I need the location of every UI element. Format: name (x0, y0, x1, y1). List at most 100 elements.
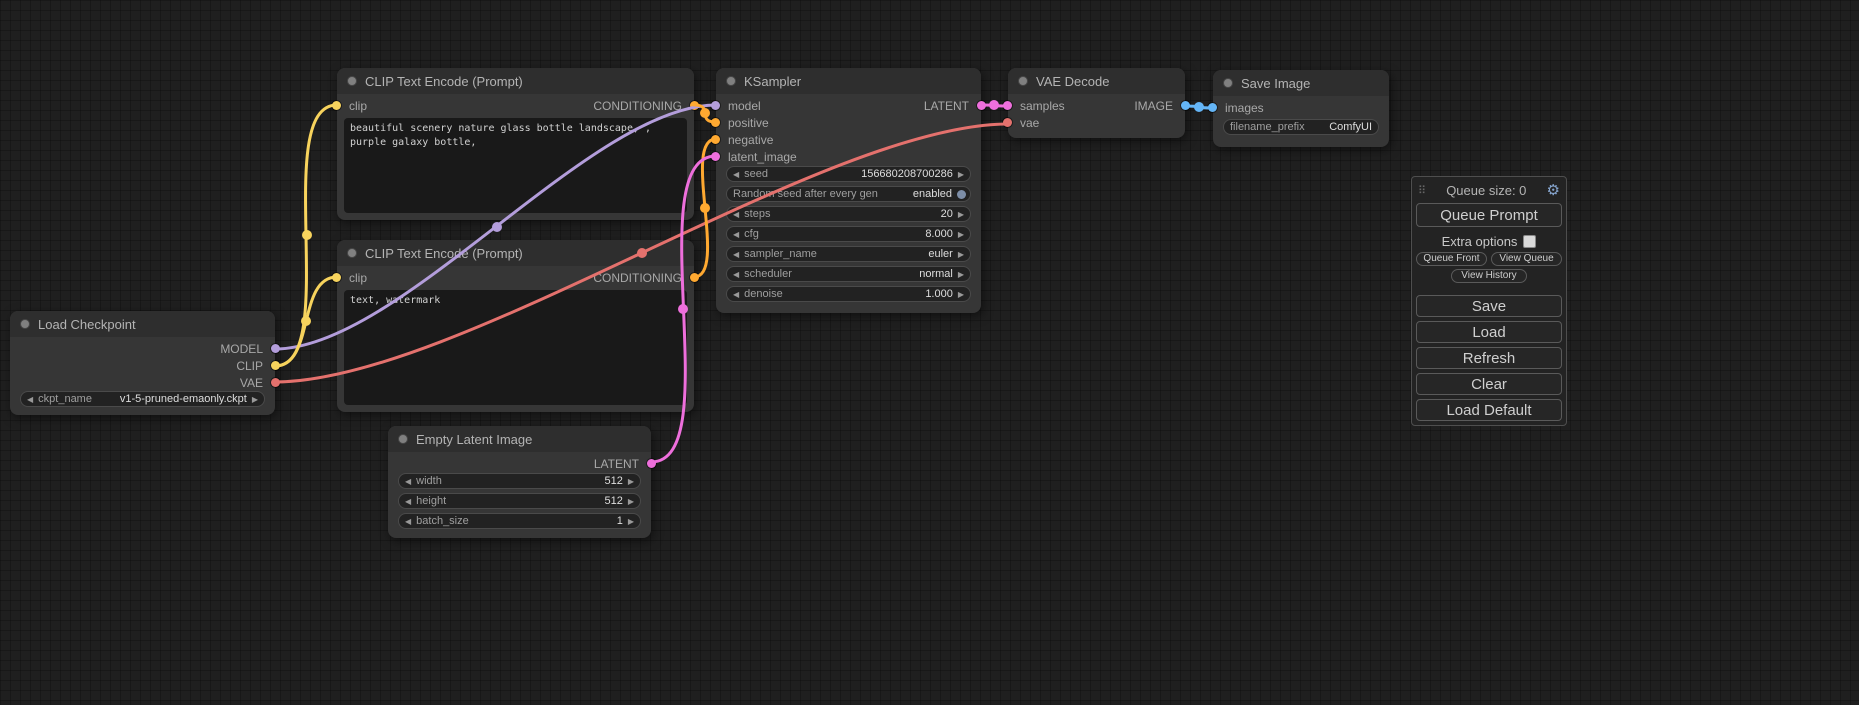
node-titlebar[interactable]: VAE Decode (1008, 68, 1185, 94)
node-ksampler[interactable]: KSampler model LATENT positive negative … (716, 68, 981, 313)
decrement-arrow-icon[interactable]: ◀ (733, 170, 739, 179)
random-seed-toggle-widget[interactable]: Random seed after every gen enabled (726, 186, 971, 202)
queue-prompt-button[interactable]: Queue Prompt (1416, 203, 1562, 227)
negative-prompt-textarea[interactable]: text, watermark (344, 290, 687, 405)
input-slot-images[interactable] (1208, 103, 1217, 112)
node-status-dot[interactable] (1018, 76, 1028, 86)
toggle-knob[interactable] (957, 190, 966, 199)
output-slot-conditioning[interactable] (690, 273, 699, 282)
node-save-image[interactable]: Save Image images filename_prefix ComfyU… (1213, 70, 1389, 147)
node-titlebar[interactable]: CLIP Text Encode (Prompt) (337, 240, 694, 266)
height-number-widget[interactable]: ◀ height 512 ▶ (398, 493, 641, 509)
node-titlebar[interactable]: KSampler (716, 68, 981, 94)
settings-gear-icon[interactable]: ⚙ (1547, 183, 1560, 198)
decrement-arrow-icon[interactable]: ◀ (733, 250, 739, 259)
input-slot-positive[interactable] (711, 118, 720, 127)
output-slot-image[interactable] (1181, 101, 1190, 110)
clear-button[interactable]: Clear (1416, 373, 1562, 395)
decrement-arrow-icon[interactable]: ◀ (405, 517, 411, 526)
positive-prompt-textarea[interactable]: beautiful scenery nature glass bottle la… (344, 118, 687, 213)
input-label-clip: clip (349, 99, 367, 113)
increment-arrow-icon[interactable]: ▶ (958, 170, 964, 179)
input-slot-clip[interactable] (332, 273, 341, 282)
increment-arrow-icon[interactable]: ▶ (628, 477, 634, 486)
increment-arrow-icon[interactable]: ▶ (252, 395, 258, 404)
node-status-dot[interactable] (20, 319, 30, 329)
node-titlebar[interactable]: Empty Latent Image (388, 426, 651, 452)
steps-number-widget[interactable]: ◀ steps 20 ▶ (726, 206, 971, 222)
node-empty-latent-image[interactable]: Empty Latent Image LATENT ◀ width 512 ▶ … (388, 426, 651, 538)
node-titlebar[interactable]: Load Checkpoint (10, 311, 275, 337)
decrement-arrow-icon[interactable]: ◀ (27, 395, 33, 404)
widget-label: denoise (744, 288, 783, 300)
extra-options-checkbox[interactable] (1523, 235, 1536, 248)
decrement-arrow-icon[interactable]: ◀ (733, 290, 739, 299)
width-number-widget[interactable]: ◀ width 512 ▶ (398, 473, 641, 489)
node-status-dot[interactable] (726, 76, 736, 86)
wire-clip-positive (275, 105, 337, 366)
increment-arrow-icon[interactable]: ▶ (958, 230, 964, 239)
input-label-clip: clip (349, 271, 367, 285)
scheduler-combo-widget[interactable]: ◀ scheduler normal ▶ (726, 266, 971, 282)
node-status-dot[interactable] (1223, 78, 1233, 88)
view-history-button[interactable]: View History (1451, 269, 1527, 283)
increment-arrow-icon[interactable]: ▶ (628, 517, 634, 526)
slot-row: clip CONDITIONING (337, 269, 694, 286)
node-clip-text-encode-positive[interactable]: CLIP Text Encode (Prompt) clip CONDITION… (337, 68, 694, 220)
sampler-name-combo-widget[interactable]: ◀ sampler_name euler ▶ (726, 246, 971, 262)
decrement-arrow-icon[interactable]: ◀ (405, 477, 411, 486)
node-clip-text-encode-negative[interactable]: CLIP Text Encode (Prompt) clip CONDITION… (337, 240, 694, 412)
increment-arrow-icon[interactable]: ▶ (958, 270, 964, 279)
decrement-arrow-icon[interactable]: ◀ (733, 210, 739, 219)
filename-prefix-text-widget[interactable]: filename_prefix ComfyUI (1223, 119, 1379, 135)
seed-number-widget[interactable]: ◀ seed 156680208700286 ▶ (726, 166, 971, 182)
decrement-arrow-icon[interactable]: ◀ (733, 230, 739, 239)
widget-label: steps (744, 208, 770, 220)
output-slot-clip[interactable] (271, 361, 280, 370)
output-slot-latent[interactable] (647, 459, 656, 468)
output-label-conditioning: CONDITIONING (593, 99, 682, 113)
decrement-arrow-icon[interactable]: ◀ (733, 270, 739, 279)
node-status-dot[interactable] (347, 248, 357, 258)
input-slot-clip[interactable] (332, 101, 341, 110)
cfg-number-widget[interactable]: ◀ cfg 8.000 ▶ (726, 226, 971, 242)
increment-arrow-icon[interactable]: ▶ (628, 497, 634, 506)
queue-front-button[interactable]: Queue Front (1416, 252, 1487, 266)
queue-menu-panel: ⠿ Queue size: 0 ⚙ Queue Prompt Extra opt… (1411, 176, 1567, 426)
node-status-dot[interactable] (347, 76, 357, 86)
increment-arrow-icon[interactable]: ▶ (958, 290, 964, 299)
node-title: Empty Latent Image (416, 432, 532, 447)
refresh-button[interactable]: Refresh (1416, 347, 1562, 369)
menu-spacer (1416, 283, 1562, 291)
output-slot-conditioning[interactable] (690, 101, 699, 110)
input-slot-negative[interactable] (711, 135, 720, 144)
view-queue-button[interactable]: View Queue (1491, 252, 1562, 266)
drag-handle-icon[interactable]: ⠿ (1418, 184, 1426, 197)
output-slot-model[interactable] (271, 344, 280, 353)
input-slot-model[interactable] (711, 101, 720, 110)
increment-arrow-icon[interactable]: ▶ (958, 250, 964, 259)
denoise-number-widget[interactable]: ◀ denoise 1.000 ▶ (726, 286, 971, 302)
load-button[interactable]: Load (1416, 321, 1562, 343)
widget-value: 156680208700286 (861, 168, 953, 180)
node-status-dot[interactable] (398, 434, 408, 444)
input-slot-vae[interactable] (1003, 118, 1012, 127)
extra-options-row: Extra options (1416, 233, 1562, 249)
output-slot-latent[interactable] (977, 101, 986, 110)
increment-arrow-icon[interactable]: ▶ (958, 210, 964, 219)
node-load-checkpoint[interactable]: Load Checkpoint MODEL CLIP VAE ◀ ckpt_na… (10, 311, 275, 415)
node-titlebar[interactable]: Save Image (1213, 70, 1389, 96)
save-button[interactable]: Save (1416, 295, 1562, 317)
widget-label: height (416, 495, 446, 507)
input-slot-samples[interactable] (1003, 101, 1012, 110)
load-default-button[interactable]: Load Default (1416, 399, 1562, 421)
node-titlebar[interactable]: CLIP Text Encode (Prompt) (337, 68, 694, 94)
decrement-arrow-icon[interactable]: ◀ (405, 497, 411, 506)
node-title: KSampler (744, 74, 801, 89)
ckpt-name-combo-widget[interactable]: ◀ ckpt_name v1-5-pruned-emaonly.ckpt ▶ (20, 391, 265, 407)
input-slot-latent-image[interactable] (711, 152, 720, 161)
output-slot-vae[interactable] (271, 378, 280, 387)
batch-size-number-widget[interactable]: ◀ batch_size 1 ▶ (398, 513, 641, 529)
node-vae-decode[interactable]: VAE Decode samples IMAGE vae (1008, 68, 1185, 138)
extra-options-label: Extra options (1442, 234, 1518, 249)
